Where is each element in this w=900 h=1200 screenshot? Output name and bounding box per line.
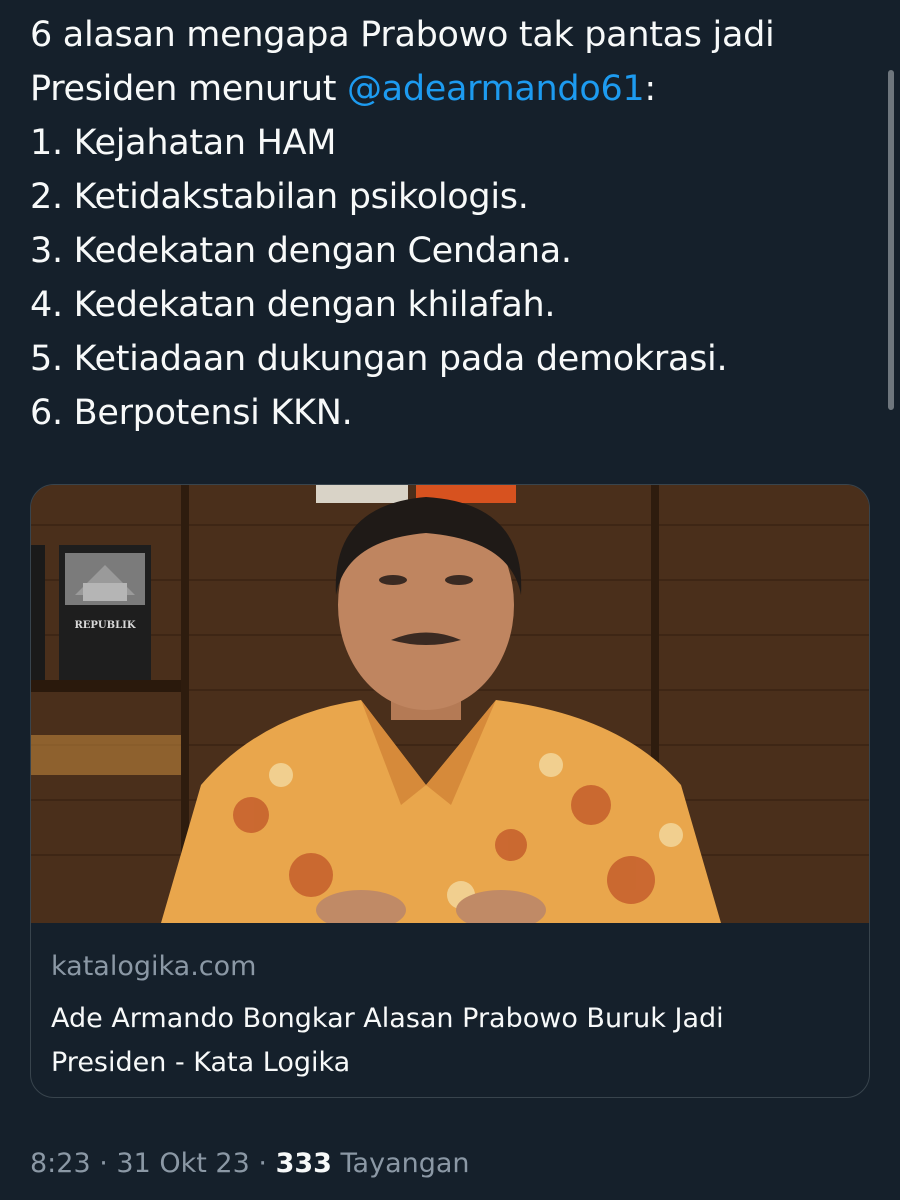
tweet-date[interactable]: 31 Okt 23 bbox=[116, 1148, 249, 1179]
card-title-line: Ade Armando Bongkar Alasan Prabowo Buruk… bbox=[51, 1003, 724, 1034]
views-count[interactable]: 333 bbox=[276, 1148, 332, 1179]
views-label: Tayangan bbox=[340, 1148, 470, 1179]
tweet-time[interactable]: 8:23 bbox=[30, 1148, 91, 1179]
meta-separator: · bbox=[99, 1148, 108, 1179]
reason-item-5: 5. Ketiadaan dukungan pada demokrasi. bbox=[30, 339, 728, 379]
tweet-text: 6 alasan mengapa Prabowo tak pantas jadi… bbox=[30, 8, 860, 440]
reason-item-1: 1. Kejahatan HAM bbox=[30, 123, 337, 163]
card-title: Ade Armando Bongkar Alasan Prabowo Buruk… bbox=[51, 997, 851, 1085]
card-title-line: Presiden - Kata Logika bbox=[51, 1047, 351, 1078]
scrollbar[interactable] bbox=[888, 70, 894, 410]
card-image[interactable]: REPUBLIK bbox=[31, 485, 869, 923]
card-domain: katalogika.com bbox=[51, 951, 257, 982]
reason-item-6: 6. Berpotensi KKN. bbox=[30, 393, 353, 433]
tweet-line: 6 alasan mengapa Prabowo tak pantas jadi bbox=[30, 15, 775, 55]
reason-item-3: 3. Kedekatan dengan Cendana. bbox=[30, 231, 572, 271]
book-cover-title: REPUBLIK bbox=[74, 620, 135, 631]
card-image-illustration: REPUBLIK bbox=[31, 485, 869, 923]
tweet-text-fragment: : bbox=[644, 69, 656, 109]
tweet-meta: 8:23 · 31 Okt 23 · 333 Tayangan bbox=[30, 1148, 470, 1179]
reason-item-4: 4. Kedekatan dengan khilafah. bbox=[30, 285, 556, 325]
tweet-text-fragment: Presiden menurut bbox=[30, 69, 347, 109]
tweet-line: Presiden menurut @adearmando61: bbox=[30, 62, 860, 116]
meta-separator: · bbox=[258, 1148, 267, 1179]
mention-link[interactable]: @adearmando61 bbox=[347, 69, 645, 109]
link-preview-card[interactable]: REPUBLIK katalogika.com Ade Armando Bong… bbox=[30, 484, 870, 1098]
reason-item-2: 2. Ketidakstabilan psikologis. bbox=[30, 177, 529, 217]
